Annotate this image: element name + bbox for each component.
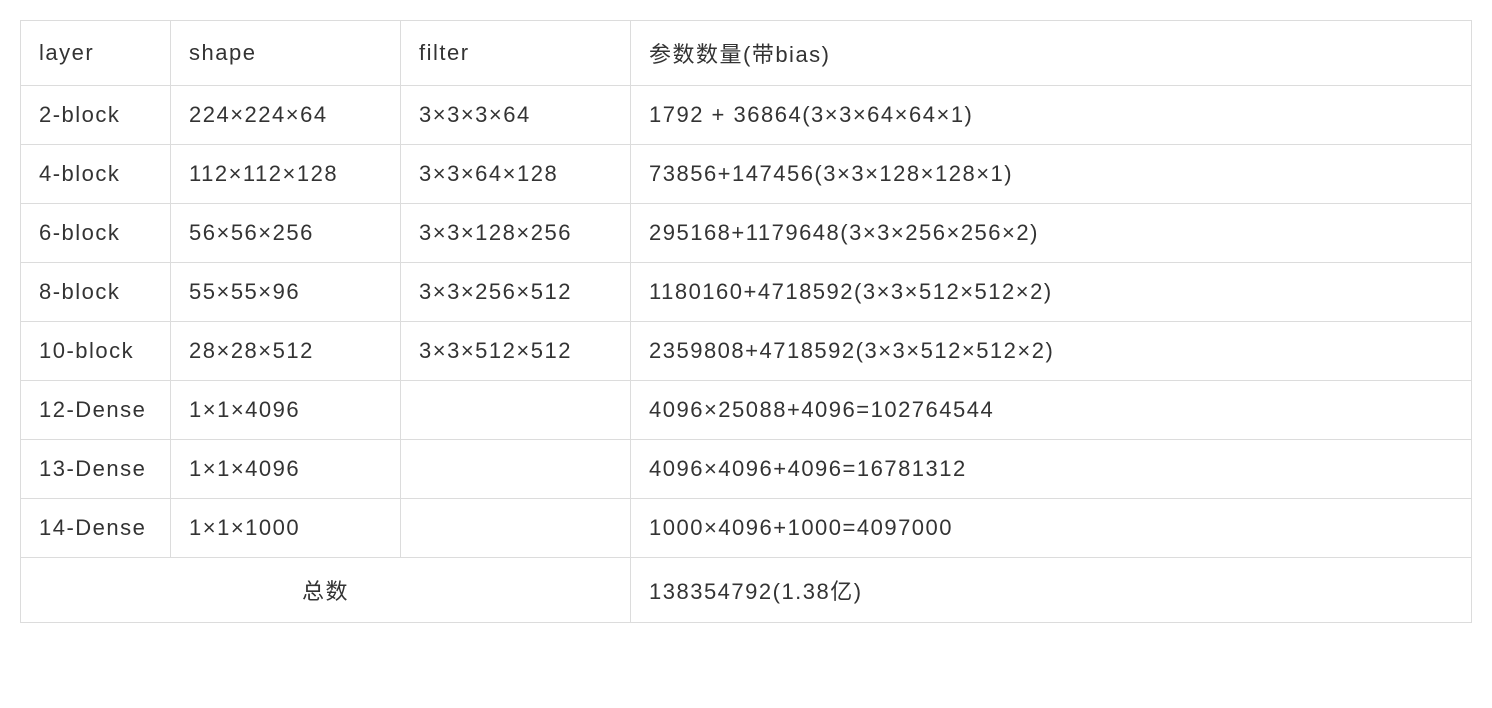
cell-params: 1792 + 36864(3×3×64×64×1): [631, 86, 1472, 145]
cell-params: 73856+147456(3×3×128×128×1): [631, 145, 1472, 204]
cell-layer: 12-Dense: [21, 381, 171, 440]
cell-filter: 3×3×256×512: [401, 263, 631, 322]
total-label: 总数: [21, 558, 631, 623]
cell-layer: 6-block: [21, 204, 171, 263]
cell-shape: 1×1×4096: [171, 440, 401, 499]
cell-shape: 224×224×64: [171, 86, 401, 145]
table-row: 13-Dense 1×1×4096 4096×4096+4096=1678131…: [21, 440, 1472, 499]
header-shape: shape: [171, 21, 401, 86]
table-row: 6-block 56×56×256 3×3×128×256 295168+117…: [21, 204, 1472, 263]
table-row: 4-block 112×112×128 3×3×64×128 73856+147…: [21, 145, 1472, 204]
cell-shape: 112×112×128: [171, 145, 401, 204]
cell-filter: 3×3×3×64: [401, 86, 631, 145]
cell-filter: 3×3×64×128: [401, 145, 631, 204]
header-filter: filter: [401, 21, 631, 86]
cell-layer: 4-block: [21, 145, 171, 204]
cell-shape: 56×56×256: [171, 204, 401, 263]
cell-layer: 8-block: [21, 263, 171, 322]
cell-filter: [401, 381, 631, 440]
header-layer: layer: [21, 21, 171, 86]
cell-params: 1000×4096+1000=4097000: [631, 499, 1472, 558]
cell-params: 4096×4096+4096=16781312: [631, 440, 1472, 499]
table-row: 2-block 224×224×64 3×3×3×64 1792 + 36864…: [21, 86, 1472, 145]
table-row: 8-block 55×55×96 3×3×256×512 1180160+471…: [21, 263, 1472, 322]
cell-layer: 13-Dense: [21, 440, 171, 499]
cell-shape: 28×28×512: [171, 322, 401, 381]
cell-shape: 55×55×96: [171, 263, 401, 322]
cell-filter: [401, 440, 631, 499]
cell-shape: 1×1×4096: [171, 381, 401, 440]
cell-shape: 1×1×1000: [171, 499, 401, 558]
cell-params: 2359808+4718592(3×3×512×512×2): [631, 322, 1472, 381]
cell-params: 295168+1179648(3×3×256×256×2): [631, 204, 1472, 263]
total-value: 138354792(1.38亿): [631, 558, 1472, 623]
cell-layer: 14-Dense: [21, 499, 171, 558]
cell-filter: [401, 499, 631, 558]
cell-params: 1180160+4718592(3×3×512×512×2): [631, 263, 1472, 322]
table-row: 14-Dense 1×1×1000 1000×4096+1000=4097000: [21, 499, 1472, 558]
cell-layer: 10-block: [21, 322, 171, 381]
cell-layer: 2-block: [21, 86, 171, 145]
cell-filter: 3×3×512×512: [401, 322, 631, 381]
cell-filter: 3×3×128×256: [401, 204, 631, 263]
table-row: 12-Dense 1×1×4096 4096×25088+4096=102764…: [21, 381, 1472, 440]
table-row: 10-block 28×28×512 3×3×512×512 2359808+4…: [21, 322, 1472, 381]
table-header-row: layer shape filter 参数数量(带bias): [21, 21, 1472, 86]
layer-params-table: layer shape filter 参数数量(带bias) 2-block 2…: [20, 20, 1472, 623]
table-total-row: 总数 138354792(1.38亿): [21, 558, 1472, 623]
cell-params: 4096×25088+4096=102764544: [631, 381, 1472, 440]
header-params: 参数数量(带bias): [631, 21, 1472, 86]
